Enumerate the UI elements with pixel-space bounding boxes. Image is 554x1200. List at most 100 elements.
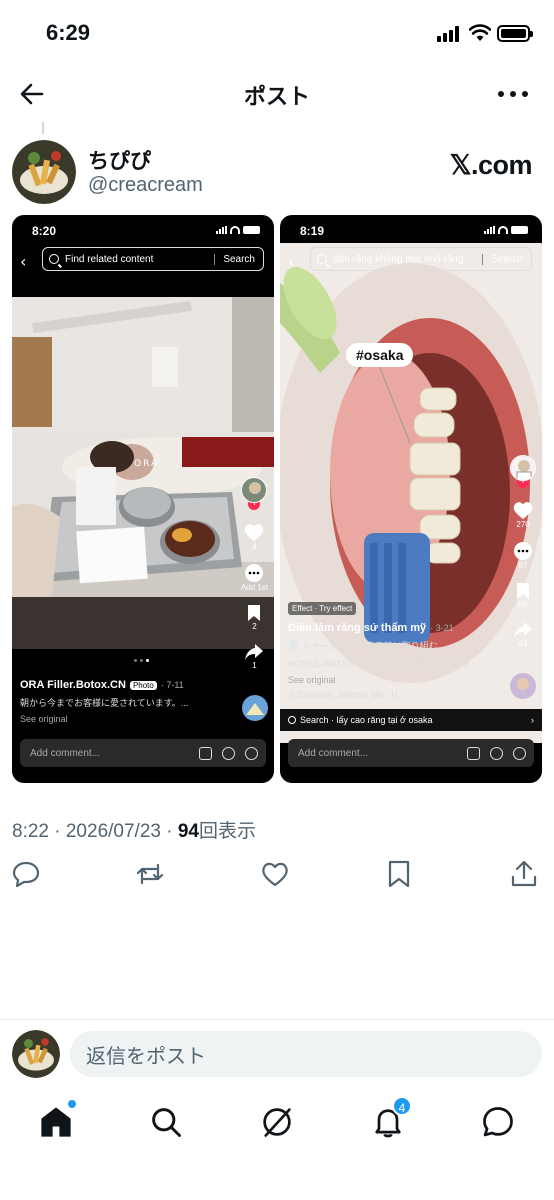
divider	[0, 1019, 554, 1020]
thread-line	[42, 122, 44, 134]
share-arrow-icon[interactable]	[513, 621, 533, 639]
tab-search[interactable]	[148, 1104, 184, 1140]
post-header: ポスト	[0, 66, 554, 122]
message-bubble-icon	[483, 1107, 513, 1137]
author-handle[interactable]: @creacream	[88, 174, 203, 197]
right-rail: + 270 87 86 43	[510, 455, 536, 660]
comment-placeholder: Add comment...	[30, 747, 101, 759]
caption-date: · 7-11	[160, 680, 184, 690]
search-icon	[49, 254, 59, 264]
media-image-1[interactable]: 8:20 ‹ Find related content Search ORA +…	[12, 215, 274, 783]
caption-block: ORA Filler.Botox.CN Photo · 7-11 朝から今までお客様…	[20, 679, 234, 724]
cellular-signal-icon	[437, 26, 463, 42]
my-avatar[interactable]	[12, 1030, 60, 1078]
chevron-right-icon: ›	[531, 715, 534, 725]
see-original: See original	[20, 714, 68, 724]
mention-icon	[513, 746, 526, 760]
caption-date: · 3-21	[430, 623, 454, 633]
watermark: ORA	[134, 459, 160, 469]
phone-time: 8:20	[32, 224, 57, 238]
caption-text-2: HORSE-WATER-LIFE +小さな研削歯... more	[288, 659, 469, 669]
retweet-icon[interactable]	[134, 858, 166, 890]
bookmark-icon[interactable]	[383, 858, 415, 890]
music-line: ♫ Contains: Without Me - H...	[288, 690, 406, 700]
reply-placeholder: 返信をポスト	[86, 1043, 206, 1068]
emoji-icon	[222, 746, 235, 760]
heart-icon[interactable]	[243, 522, 265, 542]
sound-avatar	[510, 673, 536, 699]
page-dots	[134, 659, 149, 662]
search-button-label: Search	[214, 253, 263, 265]
likes-count: 270	[516, 520, 530, 529]
reply-input[interactable]: 返信をポスト	[70, 1031, 542, 1077]
search-suggestion-text: Search · lấy cao răng tại ở osaka	[300, 715, 433, 725]
status-bar: 6:29	[0, 0, 554, 66]
caption-title: ORA Filler.Botox.CN	[20, 679, 126, 691]
more-options-icon[interactable]	[498, 80, 528, 108]
mention-icon	[245, 746, 258, 760]
grok-icon	[263, 1108, 291, 1137]
search-button-label: Search	[482, 253, 531, 265]
likes-count: 4	[252, 542, 257, 551]
comment-placeholder: Add comment...	[298, 747, 369, 759]
emoji-icon	[490, 746, 503, 760]
phone-status-icons	[484, 226, 528, 234]
comment-bubble-icon[interactable]	[244, 563, 264, 583]
like-heart-icon[interactable]	[259, 858, 291, 890]
search-query: dán răng không mài nhỏ răng	[333, 253, 464, 265]
comment-bubble-icon[interactable]	[513, 541, 533, 561]
search-bar: dán răng không mài nhỏ răng Search	[310, 247, 532, 271]
page-title: ポスト	[243, 85, 310, 110]
chevron-left-icon: ‹	[288, 252, 295, 271]
chevron-left-icon: ‹	[20, 252, 27, 271]
post-meta: 8:22 · 2026/07/23 · 94回表示	[12, 816, 256, 843]
author-avatar[interactable]	[12, 140, 76, 204]
comment-input: Add comment...	[288, 739, 534, 767]
clinic-photo: ORA	[12, 297, 274, 649]
search-icon	[152, 1108, 181, 1137]
views-count: 94	[177, 821, 199, 842]
status-time: 6:29	[46, 20, 91, 45]
effect-badge: Effect · Try effect	[288, 602, 357, 615]
creator-avatar[interactable]	[510, 455, 536, 481]
tab-notifications[interactable]: 4	[370, 1096, 412, 1140]
home-icon	[41, 1107, 71, 1137]
tab-messages[interactable]	[480, 1104, 516, 1140]
shares-count: 43	[518, 639, 528, 648]
image-icon	[199, 746, 212, 760]
reply-icon[interactable]	[10, 858, 42, 890]
tab-grok[interactable]	[259, 1104, 295, 1140]
see-original: See original	[288, 675, 336, 685]
shares-count: 1	[252, 661, 257, 670]
battery-icon	[497, 25, 533, 42]
bottom-tab-bar: 4	[0, 1096, 554, 1156]
bookmark-icon[interactable]	[516, 582, 530, 600]
bookmark-icon[interactable]	[247, 604, 261, 622]
home-unread-dot	[68, 1100, 76, 1108]
comment-input: Add comment...	[20, 739, 266, 767]
wifi-icon	[469, 24, 491, 41]
caption-text: 朝から今までお客様に愛されています。...	[20, 698, 189, 708]
share-arrow-icon[interactable]	[244, 643, 264, 661]
creator-avatar[interactable]	[241, 477, 268, 503]
tab-home[interactable]	[38, 1100, 76, 1140]
share-icon[interactable]	[508, 858, 540, 890]
source-label: 𝕏.com	[449, 150, 533, 180]
author-display-name[interactable]: ちぴぴ	[88, 145, 151, 175]
search-icon	[288, 716, 296, 724]
caption-block: Effect · Try effect Diệu lâm răng sứ thẩ…	[288, 598, 502, 700]
search-suggestion: Search · lấy cao răng tại ở osaka ›	[280, 709, 542, 731]
phone-status-icons	[216, 226, 260, 234]
saves-count: 2	[252, 622, 257, 631]
search-query: Find related content	[65, 253, 154, 265]
heart-icon[interactable]	[512, 500, 534, 520]
notifications-badge: 4	[392, 1096, 412, 1116]
caption-title: Diệu lâm răng sứ thẩm mỹ	[288, 622, 427, 634]
views-label: 回表示	[198, 821, 256, 842]
post-actions	[0, 858, 554, 898]
right-rail: + 4 Add 1st 2 1	[241, 477, 268, 682]
media-image-2[interactable]: 8:19 #osaka ‹ dán răng không mài nhỏ răn…	[280, 215, 542, 783]
search-icon	[317, 254, 327, 264]
phone-time: 8:19	[300, 224, 325, 238]
search-bar: Find related content Search	[42, 247, 264, 271]
